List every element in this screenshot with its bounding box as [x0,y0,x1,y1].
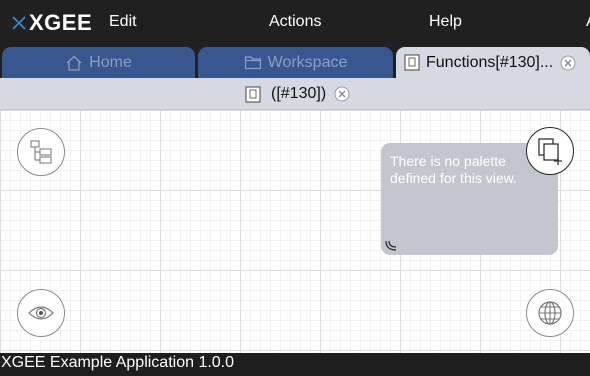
document-icon [404,54,420,71]
tab-strip: Home Workspace Functions[#130]... [0,46,590,78]
menu-more[interactable]: A [586,13,590,31]
palette-button[interactable] [526,127,574,175]
menu-actions[interactable]: Actions [269,13,321,31]
tab-home[interactable]: Home [2,47,195,78]
subtab-label: ([#130]) [271,85,327,102]
palette-message: There is no palette defined for this vie… [390,153,517,186]
outline-tree-icon [30,140,52,164]
resize-handle-icon[interactable] [384,238,398,252]
tab-functions-label: Functions[#130]... [426,53,554,71]
app-logo: XGEE [10,10,92,36]
xgee-logo-icon [12,16,26,30]
close-icon[interactable] [560,55,576,71]
editor-canvas[interactable]: There is no palette defined for this vie… [0,110,590,353]
subtab-view[interactable]: ([#130]) [245,84,360,104]
close-icon[interactable] [334,86,350,102]
tab-workspace[interactable]: Workspace [198,47,393,78]
menu-help[interactable]: Help [429,13,462,31]
view-button[interactable] [17,289,65,337]
tab-functions[interactable]: Functions[#130]... [396,47,590,78]
document-icon [245,86,261,102]
tab-home-label: Home [89,53,132,71]
tab-workspace-label: Workspace [267,53,348,71]
globe-icon [538,301,562,325]
palette-copy-add-icon [538,138,562,165]
folder-icon [244,56,261,70]
sub-tab-bar: ([#130]) [0,78,590,110]
outline-button[interactable] [17,128,65,176]
globe-button[interactable] [526,289,574,337]
menu-bar: XGEE Edit Actions Help A [0,0,590,46]
menu-edit[interactable]: Edit [109,13,137,31]
app-logo-text: XGEE [29,10,93,35]
status-text: XGEE Example Application 1.0.0 [1,354,235,371]
status-bar: XGEE Example Application 1.0.0 [0,353,590,376]
home-icon [66,55,82,71]
eye-icon [28,306,54,320]
